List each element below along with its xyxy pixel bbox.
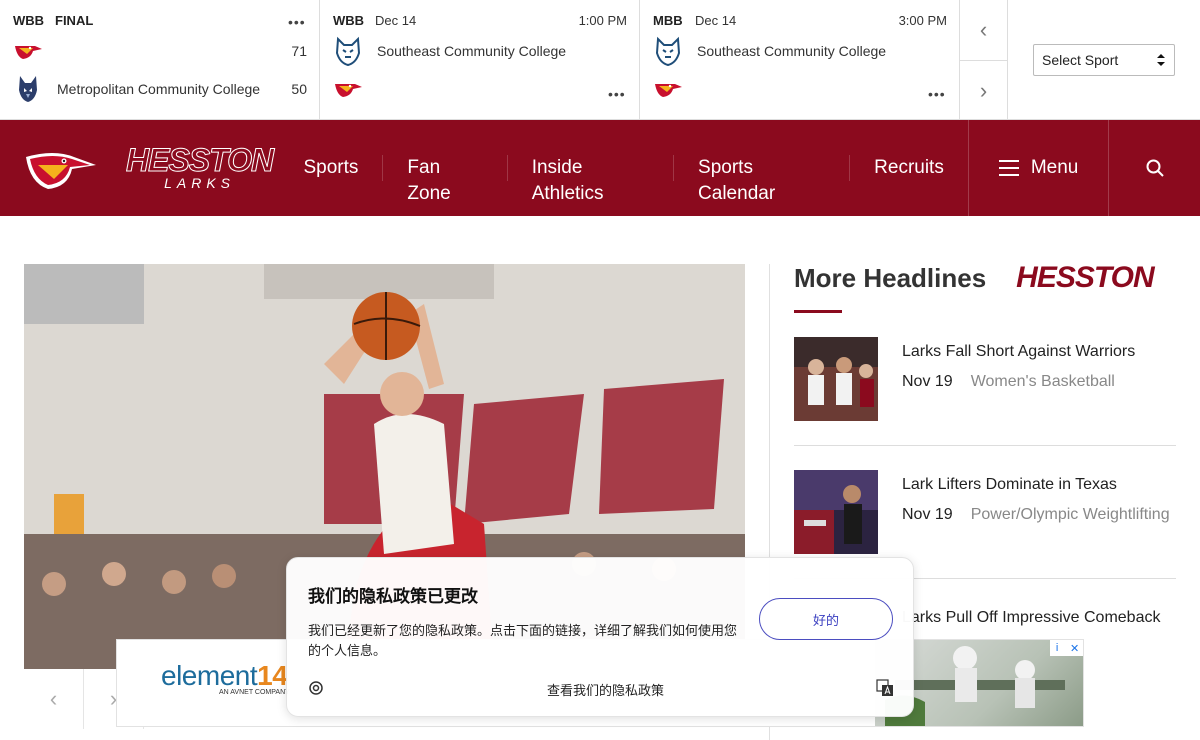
privacy-body: 我们已经更新了您的隐私政策。点击下面的链接，详细了解我们如何使用您的个人信息。	[308, 623, 738, 658]
team-name: Metropolitan Community College	[57, 81, 261, 97]
team-row: Southeast Community College	[333, 36, 627, 66]
story-thumbnail[interactable]	[794, 337, 878, 421]
nav-item-recruits[interactable]: Recruits	[850, 155, 968, 181]
nav-item-sports[interactable]: Sports	[279, 155, 384, 181]
game-date: Dec 14	[375, 12, 417, 28]
story-text: Larks Fall Short Against Warriors Nov 19…	[902, 337, 1135, 421]
team-score: 50	[291, 81, 307, 97]
brand[interactable]: HESSTON LARKS	[0, 143, 279, 193]
team-name: Southeast Community College	[697, 43, 887, 59]
search-icon	[1146, 159, 1164, 177]
story-date: Nov 19	[902, 373, 953, 390]
more-options-icon[interactable]: •••	[288, 14, 306, 30]
chevron-right-icon[interactable]: ›	[960, 60, 1007, 120]
story-thumbnail[interactable]	[794, 470, 878, 554]
ad-info-badge[interactable]: i ✕	[1050, 640, 1083, 656]
headlines-title-row: More Headlines HESSTON	[794, 261, 1176, 294]
more-options-icon[interactable]: •••	[928, 86, 946, 102]
team-row: Metropolitan Community College 50	[13, 74, 307, 104]
nav-item-inside-athletics[interactable]: Inside Athletics	[508, 155, 675, 204]
bobcat-logo-icon	[333, 36, 363, 66]
privacy-policy-link[interactable]: 查看我们的隐私政策	[547, 680, 664, 699]
lark-logo-icon	[653, 74, 683, 104]
game-card[interactable]: WBB FINAL ••• 71 Metropolitan Community …	[0, 0, 320, 120]
lark-logo-icon	[13, 36, 43, 66]
ad-brand: element14	[161, 660, 288, 691]
main-nav: Sports Fan Zone Inside Athletics Sports …	[279, 120, 967, 216]
site-header: HESSTON LARKS Sports Fan Zone Inside Ath…	[0, 120, 1200, 216]
team-score: 71	[291, 43, 307, 59]
team-row	[653, 74, 947, 104]
chevron-left-icon[interactable]: ‹	[24, 669, 84, 729]
menu-button[interactable]: Menu	[967, 120, 1110, 216]
story-text: Lark Lifters Dominate in Texas Nov 19 Pow…	[902, 470, 1170, 554]
privacy-title: 我们的隐私政策已更改	[308, 587, 478, 606]
team-row: 71	[13, 36, 307, 66]
game-time: 3:00 PM	[898, 12, 947, 28]
game-header: WBB FINAL	[13, 12, 307, 28]
game-sport: MBB	[653, 12, 683, 28]
nav-item-fan-zone[interactable]: Fan Zone	[383, 155, 508, 204]
team-row: Southeast Community College	[653, 36, 947, 66]
team-row	[333, 74, 627, 104]
story-title[interactable]: Larks Pull Off Impressive Comeback	[902, 603, 1160, 633]
menu-label: Menu	[1030, 157, 1079, 178]
story-date: Nov 19	[902, 506, 953, 523]
game-header: MBB Dec 14 3:00 PM	[653, 12, 947, 28]
headlines-title: More Headlines	[794, 262, 987, 293]
hamburger-icon	[998, 160, 1019, 176]
gear-icon[interactable]	[308, 680, 324, 696]
story-category: Women's Basketball	[970, 373, 1115, 390]
wordmark: HESSTON LARKS	[125, 142, 274, 192]
wolf-logo-icon	[13, 74, 43, 104]
wordmark-title: HESSTON	[125, 142, 274, 178]
select-sport-label: Select Sport	[1042, 51, 1119, 68]
privacy-notice-dialog: 我们的隐私政策已更改 我们已经更新了您的隐私政策。点击下面的链接，详细了解我们如…	[286, 557, 914, 717]
bobcat-logo-icon	[653, 36, 683, 66]
headline-story[interactable]: Larks Fall Short Against Warriors Nov 19…	[794, 313, 1176, 446]
game-header: WBB Dec 14 1:00 PM	[333, 12, 627, 28]
ad-subtitle: AN AVNET COMPANY	[219, 689, 290, 696]
game-sport: WBB	[13, 12, 45, 28]
lark-logo-icon	[333, 74, 363, 104]
chevron-left-icon[interactable]: ‹	[960, 0, 1007, 60]
scoreboard-arrows: ‹ ›	[960, 0, 1008, 120]
select-sport-dropdown[interactable]: Select Sport	[1033, 43, 1175, 76]
game-status: FINAL	[55, 12, 94, 28]
close-icon[interactable]: ✕	[1070, 642, 1079, 655]
search-button[interactable]	[1109, 120, 1200, 216]
info-icon[interactable]: i	[1056, 642, 1058, 654]
lark-logo-icon	[26, 153, 96, 189]
story-category: Power/Olympic Weightlifting	[970, 506, 1170, 523]
game-sport: WBB	[333, 12, 365, 28]
ok-button[interactable]: 好的	[759, 598, 893, 640]
more-options-icon[interactable]: •••	[608, 86, 626, 102]
story-title[interactable]: Larks Fall Short Against Warriors	[902, 337, 1135, 367]
select-sport-wrap: Select Sport	[1008, 0, 1200, 119]
game-time: 1:00 PM	[578, 12, 627, 28]
translate-icon[interactable]	[876, 679, 894, 697]
game-card[interactable]: MBB Dec 14 3:00 PM Southeast Community C…	[640, 0, 960, 120]
story-title[interactable]: Lark Lifters Dominate in Texas	[902, 470, 1170, 500]
select-arrows-icon	[1157, 53, 1165, 66]
game-date: Dec 14	[695, 12, 737, 28]
scoreboard: WBB FINAL ••• 71 Metropolitan Community …	[0, 0, 1200, 120]
game-card[interactable]: WBB Dec 14 1:00 PM Southeast Community C…	[320, 0, 640, 120]
hesston-logo: HESSTON	[1016, 261, 1154, 294]
team-name: Southeast Community College	[377, 43, 567, 59]
nav-item-sports-calendar[interactable]: Sports Calendar	[674, 155, 851, 204]
